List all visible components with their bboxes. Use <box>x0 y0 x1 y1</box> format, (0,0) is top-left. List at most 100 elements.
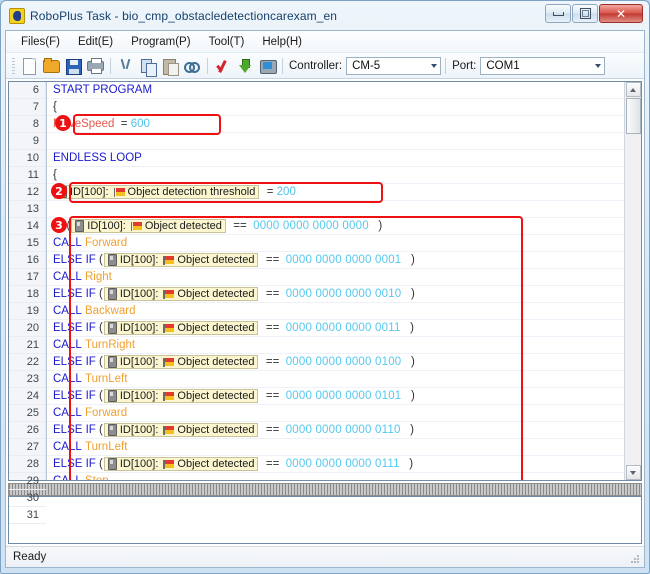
menu-program[interactable]: Program(P) <box>122 34 199 50</box>
scroll-up-button[interactable] <box>625 82 641 97</box>
device-id-text: ID[100]: <box>119 355 159 368</box>
code-line-conditional[interactable]: IF (ID[100]:Object detected == 0000 0000… <box>47 218 624 235</box>
line-number: 28 <box>9 456 46 473</box>
code-line-call[interactable]: CALL TurnLeft <box>47 371 624 388</box>
menu-tool[interactable]: Tool(T) <box>200 34 254 50</box>
line-number: 25 <box>9 405 46 422</box>
chevron-down-icon <box>595 63 602 68</box>
code-surface[interactable]: START PROGRAM {MoveSpeed = 600 ENDLESS LO… <box>47 82 624 480</box>
device-parameter-chip[interactable]: ID[100]: Object detected <box>103 389 259 403</box>
code-line-conditional[interactable]: ELSE IF (ID[100]: Object detected == 0000… <box>47 252 624 269</box>
code-line-chip-assignment[interactable]: ID[100]: Object detection threshold = 200 <box>47 184 624 201</box>
device-parameter-chip[interactable]: ID[100]: Object detected <box>103 457 259 471</box>
controller-device-icon <box>107 254 117 266</box>
parameter-label: Object detected <box>144 219 222 232</box>
line-number: 24 <box>9 388 46 405</box>
controller-select[interactable]: CM-5 <box>346 56 442 75</box>
code-line-conditional[interactable]: ELSE IF (ID[100]: Object detected == 0000… <box>47 354 624 371</box>
menu-bar: Files(F) Edit(E) Program(P) Tool(T) Help… <box>6 31 644 53</box>
resize-grip[interactable] <box>630 554 641 565</box>
code-line-blank <box>47 133 624 150</box>
numeric-value: 600 <box>130 118 150 130</box>
controller-device-icon <box>107 424 117 436</box>
conditional-keyword: ELSE IF <box>53 356 96 368</box>
close-button[interactable]: ✕ <box>599 4 643 23</box>
menu-help[interactable]: Help(H) <box>253 34 311 50</box>
comparison-operator: == <box>265 458 280 470</box>
output-pane <box>8 496 642 544</box>
close-paren: ) <box>411 390 415 402</box>
menu-files[interactable]: Files(F) <box>12 34 69 50</box>
code-line-call[interactable]: CALL Backward <box>47 303 624 320</box>
vertical-scrollbar[interactable] <box>624 82 641 480</box>
line-number: 7 <box>9 99 46 116</box>
code-line-assignment[interactable]: MoveSpeed = 600 <box>47 116 624 133</box>
save-icon[interactable] <box>63 56 83 76</box>
check-syntax-icon[interactable] <box>213 56 233 76</box>
new-file-icon[interactable] <box>19 56 39 76</box>
code-line-blank <box>47 201 624 218</box>
find-icon[interactable] <box>182 56 202 76</box>
code-line-conditional[interactable]: ELSE IF (ID[100]: Object detected == 0000… <box>47 422 624 439</box>
code-editor[interactable]: 6 7 8 9 10 11 12 13 14 15 16 17 18 19 20 21 22 23 24 25 26 27… <box>8 81 642 524</box>
device-parameter-chip[interactable]: ID[100]: Object detection threshold <box>54 185 260 199</box>
scroll-down-button[interactable] <box>625 465 641 480</box>
device-id-text: ID[100]: <box>119 389 159 402</box>
code-line-call[interactable]: CALL Forward <box>47 405 624 422</box>
line-number: 8 <box>9 116 46 133</box>
device-parameter-chip[interactable]: ID[100]: Object detected <box>103 355 259 369</box>
conditional-keyword: ELSE IF <box>53 458 96 470</box>
port-label: Port: <box>452 59 477 72</box>
code-line-conditional[interactable]: ELSE IF (ID[100]: Object detected == 0000… <box>47 320 624 337</box>
code-line-call[interactable]: CALL Stop <box>47 473 624 480</box>
scrollbar-thumb[interactable] <box>625 98 641 134</box>
code-line-brace[interactable]: { <box>47 167 624 184</box>
open-file-icon[interactable] <box>41 56 61 76</box>
paste-icon[interactable] <box>160 56 180 76</box>
device-id-text: ID[100]: <box>87 219 126 232</box>
code-line-keyword[interactable]: START PROGRAM <box>47 82 624 99</box>
device-parameter-chip[interactable]: ID[100]: Object detected <box>103 423 259 437</box>
code-line-conditional[interactable]: ELSE IF (ID[100]: Object detected == 0000… <box>47 456 624 473</box>
code-line-conditional[interactable]: ELSE IF (ID[100]: Object detected == 0000… <box>47 388 624 405</box>
code-line-keyword[interactable]: ENDLESS LOOP <box>47 150 624 167</box>
device-parameter-chip[interactable]: ID[100]: Object detected <box>71 219 226 233</box>
app-window: RoboPlus Task - bio_cmp_obstacledetectio… <box>0 0 650 574</box>
title-bar[interactable]: RoboPlus Task - bio_cmp_obstacledetectio… <box>5 4 645 27</box>
line-number: 19 <box>9 303 46 320</box>
device-parameter-chip[interactable]: ID[100]: Object detected <box>103 321 259 335</box>
line-number: 23 <box>9 371 46 388</box>
controller-device-icon <box>107 288 117 300</box>
flag-icon <box>130 221 142 231</box>
maximize-button[interactable] <box>572 4 598 23</box>
code-line-call[interactable]: CALL TurnRight <box>47 337 624 354</box>
window-controls: ✕ <box>544 4 643 23</box>
horizontal-scrollbar[interactable] <box>8 483 642 496</box>
close-paren: ) <box>409 458 414 470</box>
monitor-icon[interactable] <box>257 56 277 76</box>
code-line-call[interactable]: CALL Forward <box>47 235 624 252</box>
code-line-conditional[interactable]: ELSE IF (ID[100]: Object detected == 0000… <box>47 286 624 303</box>
client-area: Files(F) Edit(E) Program(P) Tool(T) Help… <box>5 30 645 568</box>
code-line-brace[interactable]: { <box>47 99 624 116</box>
toolbar-grip[interactable] <box>12 57 15 74</box>
copy-icon[interactable] <box>138 56 158 77</box>
cut-icon[interactable] <box>116 56 136 76</box>
print-icon[interactable] <box>85 56 105 76</box>
download-icon[interactable] <box>235 56 255 76</box>
roboplus-icon <box>9 8 25 24</box>
port-select[interactable]: COM1 <box>480 56 606 75</box>
code-line-call[interactable]: CALL Right <box>47 269 624 286</box>
open-paren: ( <box>66 220 71 232</box>
annotation-badge: 2 <box>51 183 67 199</box>
device-parameter-chip[interactable]: ID[100]: Object detected <box>103 253 259 267</box>
conditional-keyword: ELSE IF <box>53 424 96 436</box>
line-number: 31 <box>9 507 46 524</box>
controller-device-icon <box>75 220 85 232</box>
comparison-operator: == <box>265 390 280 402</box>
code-line-call[interactable]: CALL TurnLeft <box>47 439 624 456</box>
menu-edit[interactable]: Edit(E) <box>69 34 122 50</box>
line-number: 29 <box>9 473 46 490</box>
device-parameter-chip[interactable]: ID[100]: Object detected <box>103 287 259 301</box>
minimize-button[interactable] <box>545 4 571 23</box>
